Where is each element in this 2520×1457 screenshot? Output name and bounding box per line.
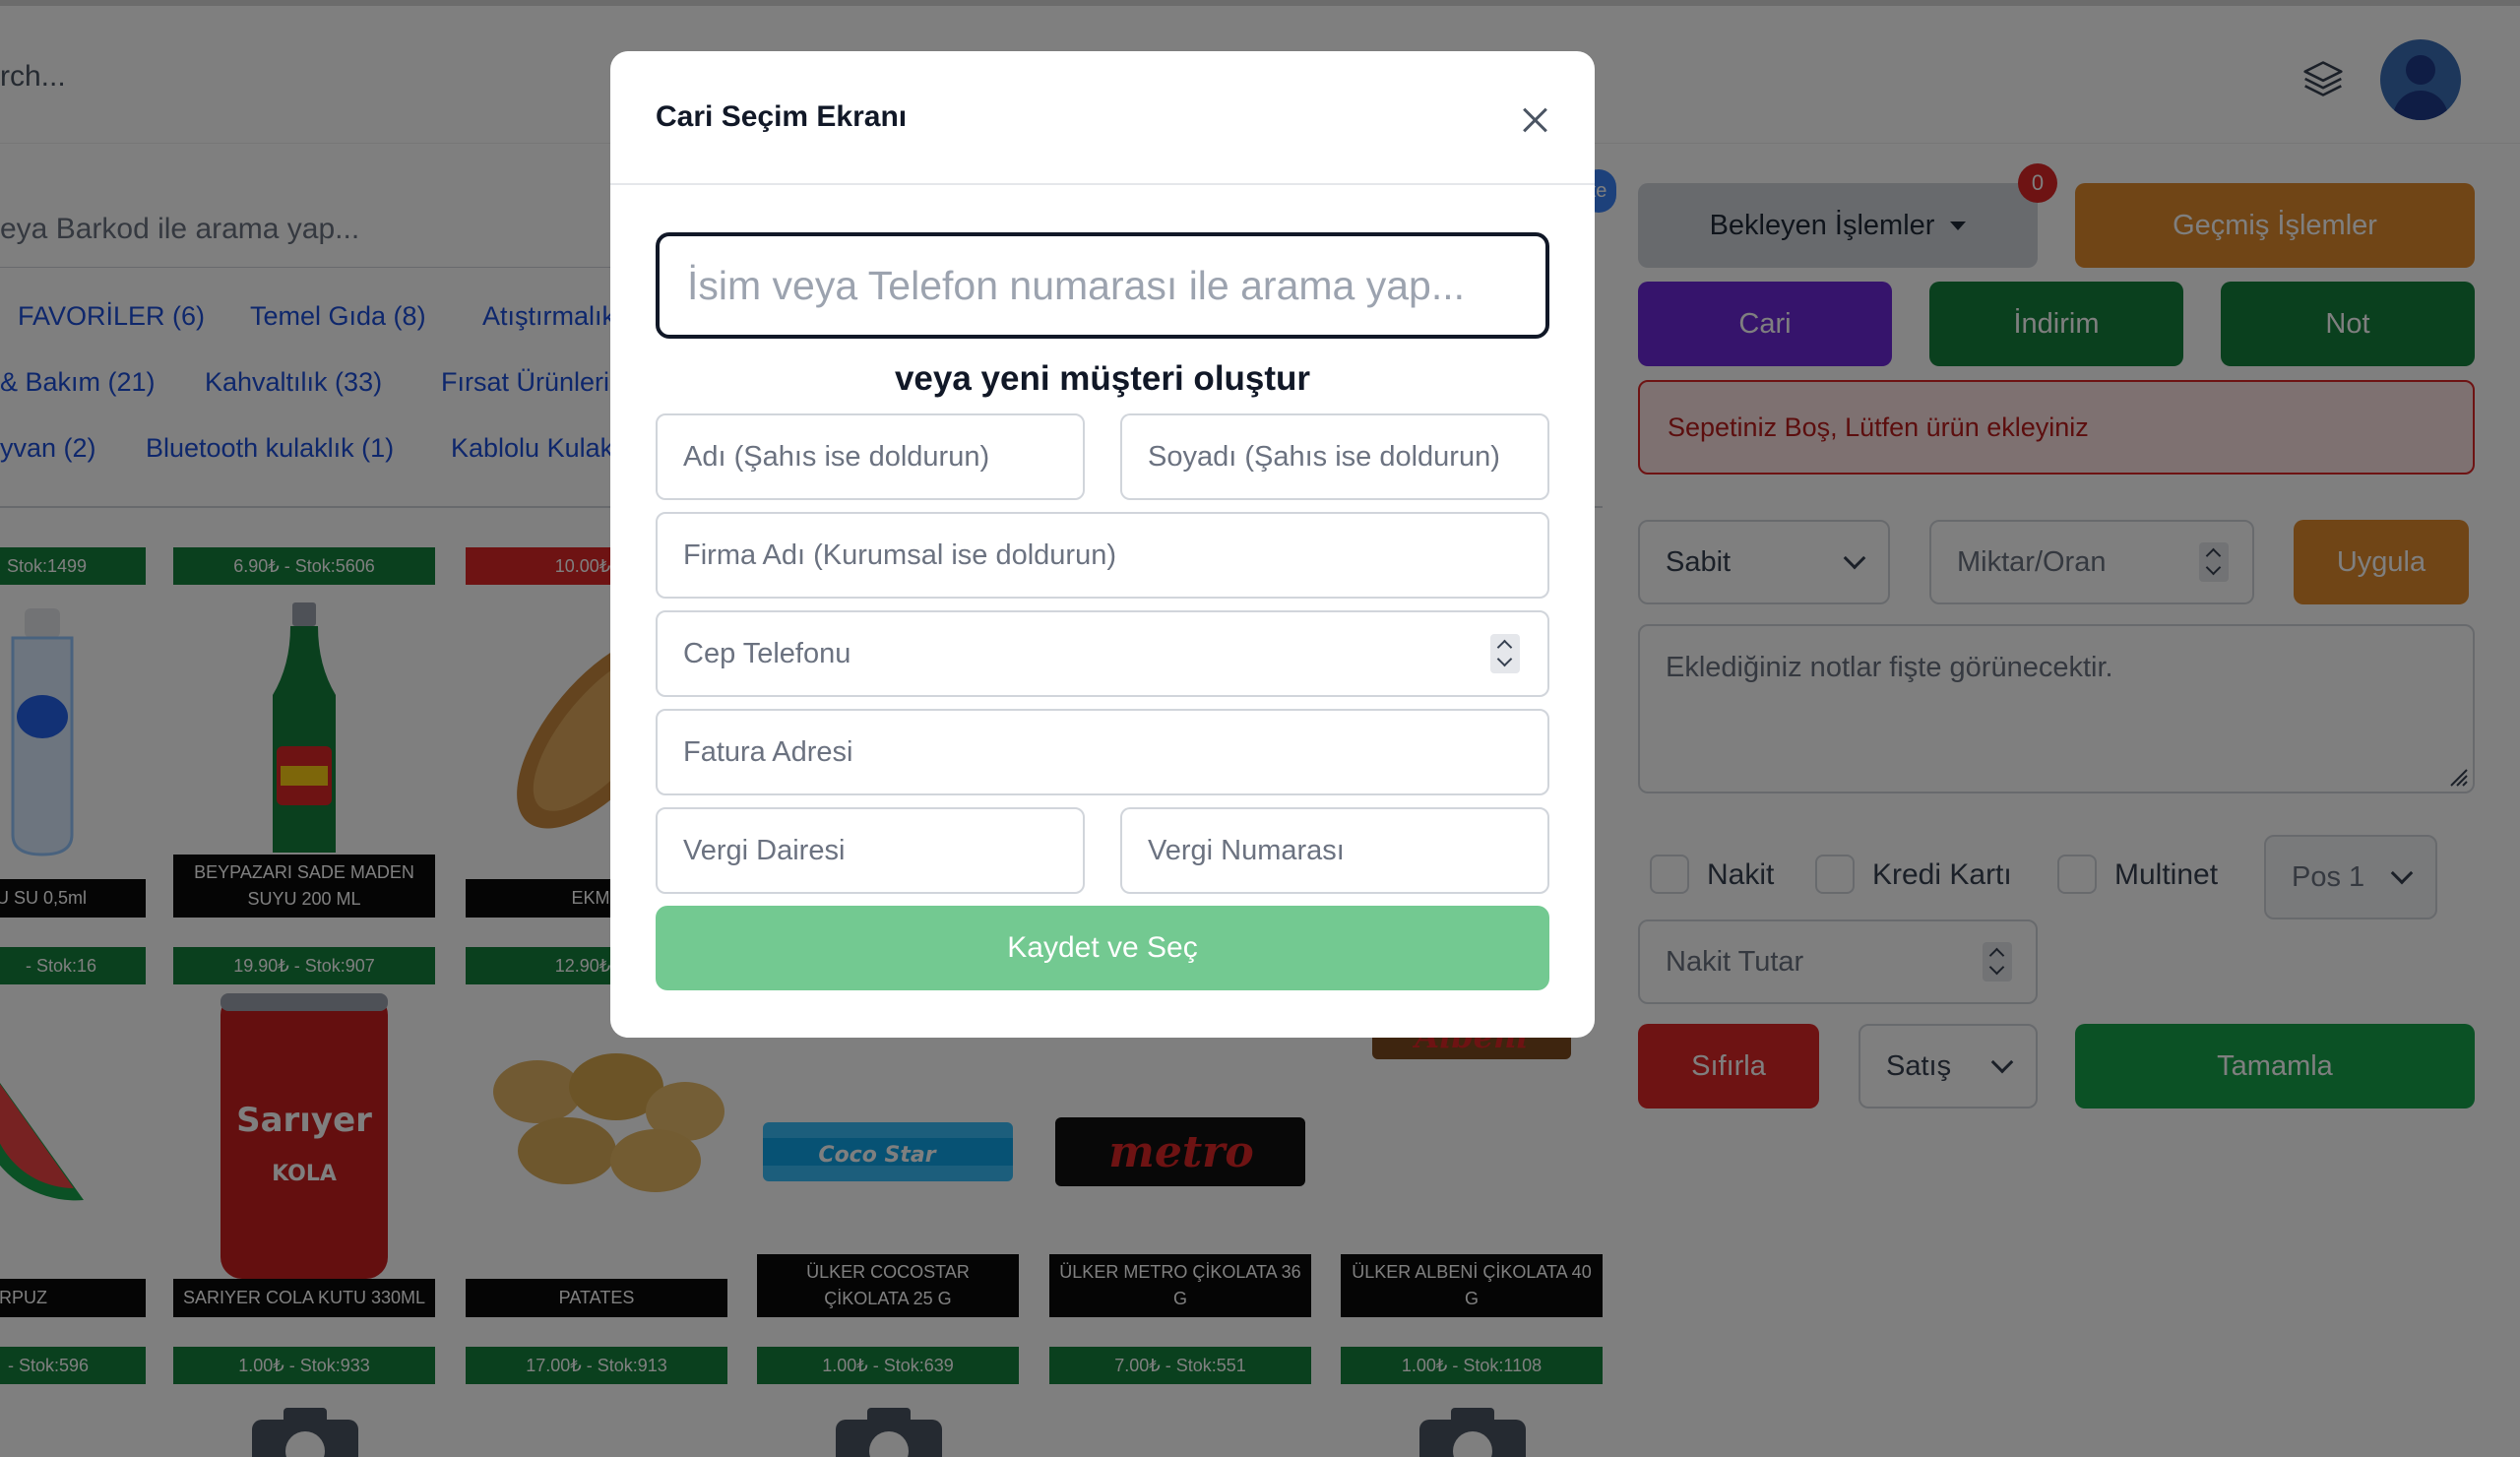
tax-number-field[interactable]: Vergi Numarası (1120, 807, 1549, 894)
last-name-field[interactable]: Soyadı (Şahıs ise doldurun) (1120, 413, 1549, 500)
create-new-customer-heading: veya yeni müşteri oluştur (894, 359, 1311, 398)
modal-title: Cari Seçim Ekranı (656, 100, 908, 133)
mobile-phone-placeholder: Cep Telefonu (683, 637, 851, 669)
customer-search-placeholder: İsim veya Telefon numarası ile arama yap… (687, 262, 1465, 308)
first-name-field[interactable]: Adı (Şahıs ise doldurun) (656, 413, 1085, 500)
mobile-phone-field[interactable]: Cep Telefonu (656, 610, 1549, 697)
company-name-field[interactable]: Firma Adı (Kurumsal ise doldurun) (656, 512, 1549, 599)
save-and-select-button[interactable]: Kaydet ve Seç (656, 906, 1549, 990)
customer-search-input[interactable]: İsim veya Telefon numarası ile arama yap… (656, 232, 1549, 339)
close-icon[interactable] (1522, 106, 1549, 134)
stepper-icon[interactable] (1490, 634, 1520, 673)
tax-office-placeholder: Vergi Dairesi (683, 834, 846, 866)
tax-number-placeholder: Vergi Numarası (1148, 834, 1345, 866)
billing-address-placeholder: Fatura Adresi (683, 735, 853, 768)
company-name-placeholder: Firma Adı (Kurumsal ise doldurun) (683, 538, 1116, 571)
last-name-placeholder: Soyadı (Şahıs ise doldurun) (1148, 440, 1500, 473)
first-name-placeholder: Adı (Şahıs ise doldurun) (683, 440, 990, 473)
customer-selection-modal: Cari Seçim Ekranı İsim veya Telefon numa… (610, 51, 1595, 1038)
modal-header: Cari Seçim Ekranı (610, 51, 1595, 185)
billing-address-field[interactable]: Fatura Adresi (656, 709, 1549, 795)
tax-office-field[interactable]: Vergi Dairesi (656, 807, 1085, 894)
